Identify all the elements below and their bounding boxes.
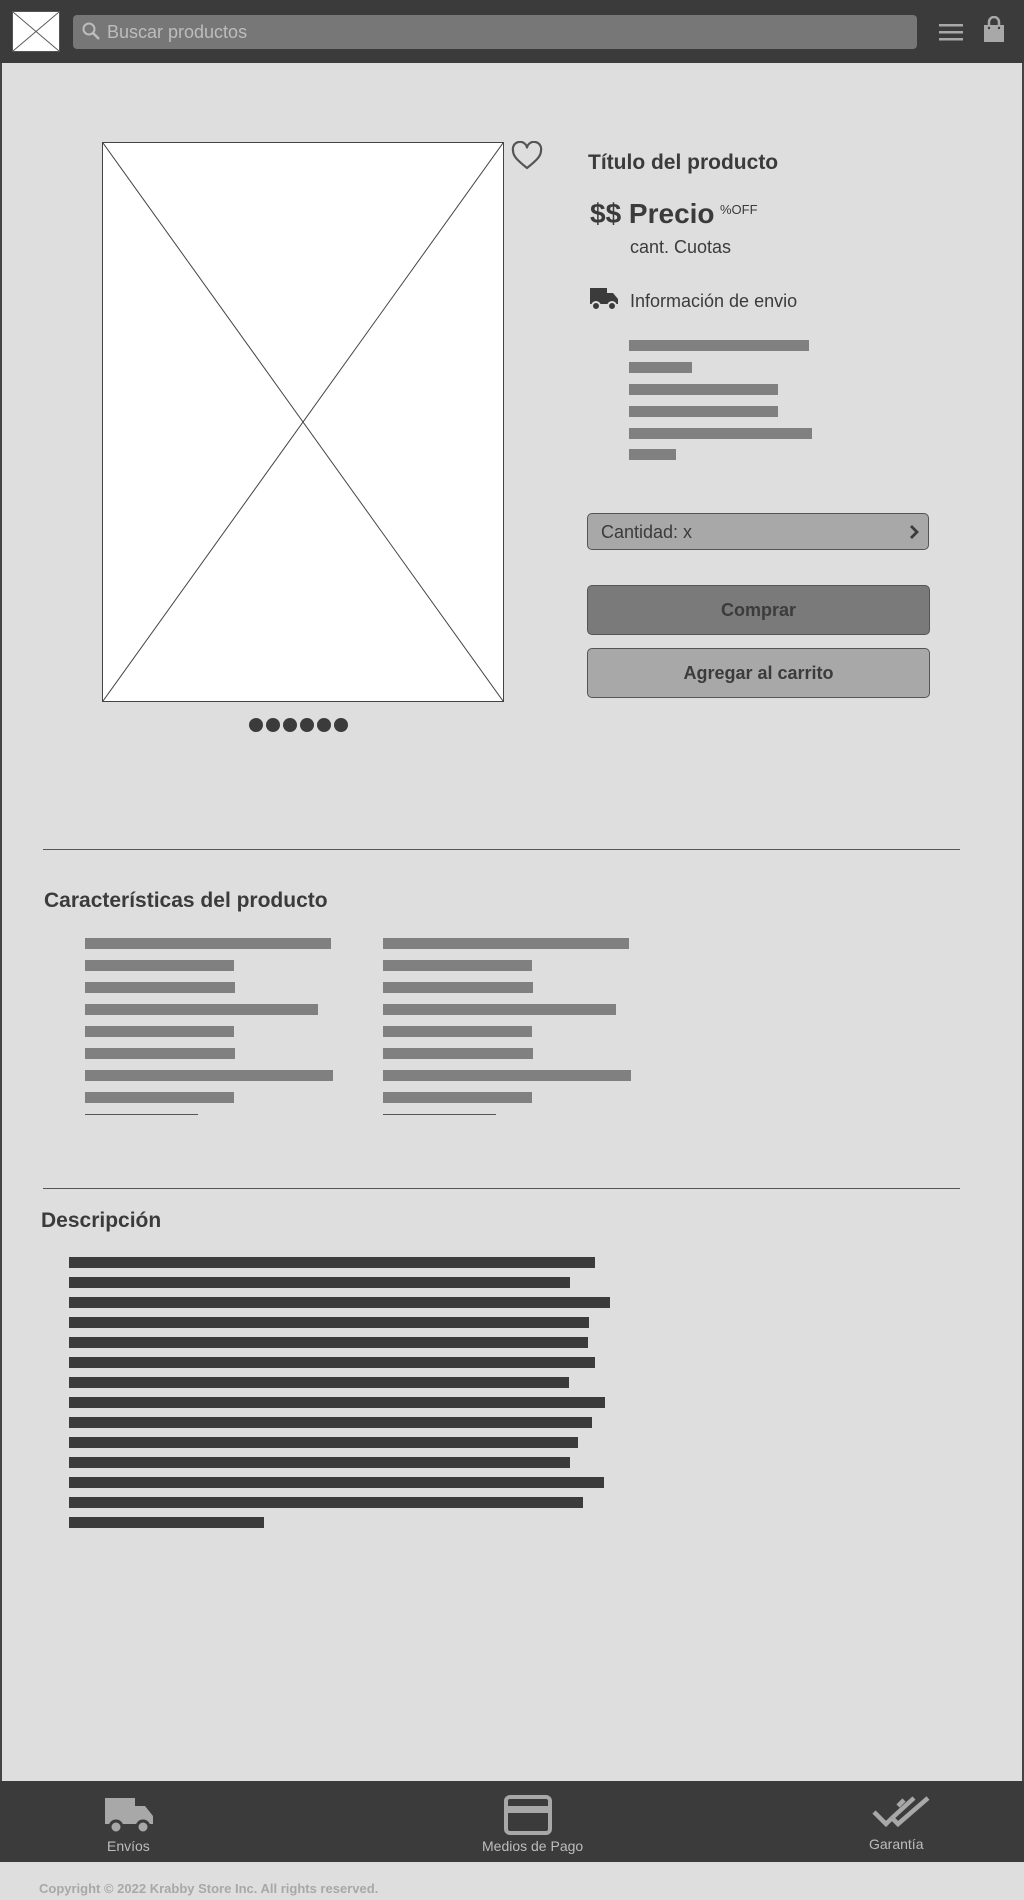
add-to-cart-button[interactable]: Agregar al carrito xyxy=(587,648,930,698)
feature-line xyxy=(85,1048,235,1059)
description-line xyxy=(69,1397,605,1408)
installments-text: cant. Cuotas xyxy=(630,237,732,257)
truck-icon xyxy=(590,288,618,311)
feature-line xyxy=(85,960,234,971)
description-line xyxy=(69,1277,570,1288)
description-title: Descripción xyxy=(41,1209,162,1232)
description-line xyxy=(69,1497,583,1508)
description-line xyxy=(69,1437,578,1448)
description-line xyxy=(69,1357,595,1368)
feature-line xyxy=(85,1070,333,1081)
nav-item-payment[interactable]: Medios de Pago xyxy=(476,1781,596,1862)
nav-label: Medios de Pago xyxy=(482,1838,584,1854)
shipping-text-line xyxy=(629,428,812,439)
features-title: Características del producto xyxy=(44,889,328,912)
carousel-dot[interactable] xyxy=(317,718,331,732)
shipping-info: Información de envio xyxy=(630,291,798,311)
feature-line xyxy=(383,1004,616,1015)
shipping-text-line xyxy=(629,362,692,373)
section-divider xyxy=(43,1188,960,1189)
feature-line xyxy=(383,1092,532,1103)
shopping-bag-icon[interactable] xyxy=(982,16,1006,44)
shipping-text-line xyxy=(629,340,809,351)
description-line xyxy=(69,1517,264,1528)
search-bar[interactable] xyxy=(73,15,917,49)
feature-line xyxy=(383,1070,631,1081)
nav-item-shipping[interactable]: Envíos xyxy=(95,1781,165,1862)
search-icon xyxy=(82,22,100,40)
truck-icon xyxy=(105,1798,153,1835)
feature-line xyxy=(85,1092,234,1103)
carousel-dot[interactable] xyxy=(300,718,314,732)
quantity-selector[interactable]: Cantidad: x xyxy=(587,513,929,550)
section-divider xyxy=(43,849,960,850)
quantity-label: Cantidad: x xyxy=(601,522,693,542)
description-line xyxy=(69,1317,589,1328)
description-line xyxy=(69,1477,604,1488)
copyright: Copyright © 2022 Krabby Store Inc. All r… xyxy=(39,1881,379,1896)
product-price: $$ Precio xyxy=(590,198,715,229)
description-line xyxy=(69,1417,592,1428)
double-check-icon xyxy=(872,1796,930,1828)
search-input[interactable] xyxy=(107,15,907,49)
feature-line xyxy=(383,1114,496,1115)
heart-icon[interactable] xyxy=(511,141,543,171)
description-line xyxy=(69,1297,610,1308)
carousel-dot[interactable] xyxy=(266,718,280,732)
description-line xyxy=(69,1257,595,1268)
feature-line xyxy=(383,1026,532,1037)
feature-line xyxy=(85,982,235,993)
feature-line xyxy=(85,938,331,949)
shipping-text-line xyxy=(629,406,778,417)
credit-card-icon xyxy=(504,1795,552,1835)
nav-label: Garantía xyxy=(869,1836,924,1852)
feature-line xyxy=(383,960,532,971)
feature-line xyxy=(383,938,629,949)
carousel-dots xyxy=(249,718,348,732)
feature-line xyxy=(85,1026,234,1037)
bottom-nav: Envíos Medios de Pago Garantía xyxy=(0,1781,1024,1862)
feature-line xyxy=(85,1004,318,1015)
buy-button[interactable]: Comprar xyxy=(587,585,930,635)
product-image[interactable] xyxy=(102,142,504,702)
feature-line xyxy=(383,982,533,993)
chevron-right-icon xyxy=(910,525,919,539)
nav-label: Envíos xyxy=(107,1838,150,1854)
description-line xyxy=(69,1337,588,1348)
shipping-text-line xyxy=(629,384,778,395)
menu-icon[interactable] xyxy=(937,18,965,46)
top-bar xyxy=(0,0,1024,63)
feature-line xyxy=(85,1114,198,1115)
logo[interactable] xyxy=(12,11,60,52)
discount-badge: %OFF xyxy=(720,202,758,217)
carousel-dot[interactable] xyxy=(283,718,297,732)
carousel-dot[interactable] xyxy=(334,718,348,732)
product-title: Título del producto xyxy=(588,151,779,174)
description-line xyxy=(69,1377,569,1388)
nav-item-warranty[interactable]: Garantía xyxy=(866,1781,936,1862)
carousel-dot[interactable] xyxy=(249,718,263,732)
shipping-text-line xyxy=(629,449,676,460)
feature-line xyxy=(383,1048,533,1059)
description-line xyxy=(69,1457,570,1468)
